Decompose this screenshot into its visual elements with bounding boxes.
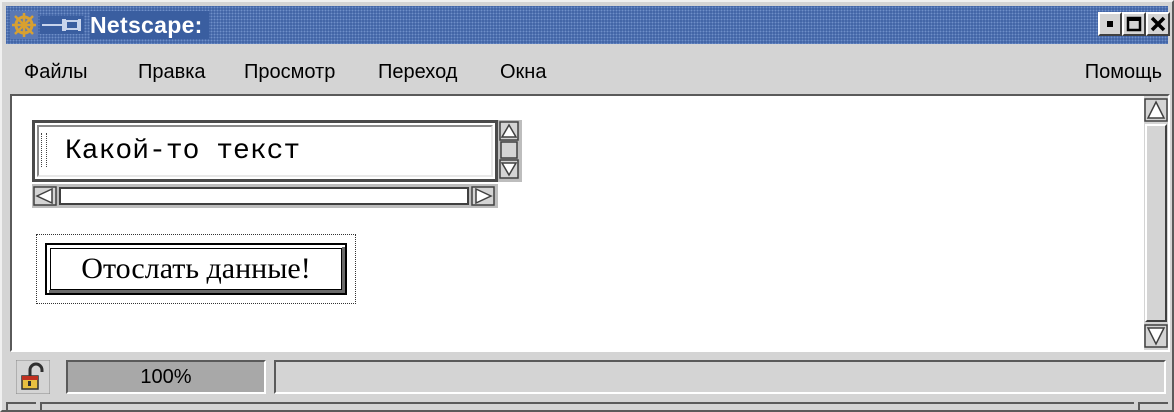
maximize-icon xyxy=(1126,16,1142,32)
page-viewport: Какой-то текст Отослать данные! xyxy=(10,94,1170,352)
padlock-open-icon[interactable] xyxy=(16,360,50,394)
menu-go[interactable]: Переход xyxy=(378,60,457,84)
title-bar[interactable]: Netscape: xyxy=(6,6,1170,44)
textarea-horizontal-scrollbar[interactable] xyxy=(32,184,498,208)
scroll-right-arrow-icon[interactable] xyxy=(471,186,495,206)
submit-focus-frame: Отослать данные! xyxy=(36,234,356,304)
scroll-left-arrow-icon[interactable] xyxy=(33,186,57,206)
menu-view[interactable]: Просмотр xyxy=(244,60,335,84)
minimize-icon xyxy=(1107,21,1113,27)
page-scroll-up-icon[interactable] xyxy=(1144,98,1168,122)
textarea-hscroll-thumb[interactable] xyxy=(59,187,469,205)
menu-bar: Файлы Правка Просмотр Переход Окна Помощ… xyxy=(6,48,1168,94)
menu-file[interactable]: Файлы xyxy=(24,60,88,84)
bottom-strip-middle xyxy=(40,402,1134,410)
text-caret xyxy=(41,133,47,167)
minimize-button[interactable] xyxy=(1098,12,1122,36)
status-bar: 100% xyxy=(6,354,1168,400)
pin-icon[interactable] xyxy=(40,16,84,34)
submit-button[interactable]: Отослать данные! xyxy=(45,243,347,295)
menu-window[interactable]: Окна xyxy=(500,60,546,84)
scroll-up-arrow-icon[interactable] xyxy=(499,121,519,141)
page-scroll-thumb[interactable] xyxy=(1145,124,1167,322)
progress-indicator: 100% xyxy=(66,360,266,394)
progress-text: 100% xyxy=(140,366,192,388)
bottom-frame-strip xyxy=(6,402,1168,410)
window-title: Netscape: xyxy=(90,11,209,39)
menu-edit[interactable]: Правка xyxy=(138,60,206,84)
browser-window: Netscape: Файлы Правка Просмотр Переход … xyxy=(0,0,1174,412)
maximize-button[interactable] xyxy=(1122,12,1146,36)
menu-help[interactable]: Помощь xyxy=(1085,60,1162,84)
status-message xyxy=(274,360,1166,394)
textarea-vertical-scrollbar[interactable] xyxy=(498,120,522,182)
text-area-value[interactable]: Какой-то текст xyxy=(65,137,300,167)
close-icon xyxy=(1150,16,1166,32)
close-button[interactable] xyxy=(1146,12,1170,36)
ship-wheel-icon[interactable] xyxy=(10,11,38,39)
page-vertical-scrollbar[interactable] xyxy=(1144,96,1168,350)
page-content: Какой-то текст Отослать данные! xyxy=(12,96,1144,350)
text-area[interactable]: Какой-то текст xyxy=(32,120,498,182)
page-scroll-down-icon[interactable] xyxy=(1144,324,1168,348)
bottom-strip-right xyxy=(1138,402,1168,410)
bottom-strip-left xyxy=(6,402,36,410)
scroll-down-arrow-icon[interactable] xyxy=(499,159,519,179)
textarea-vscroll-thumb[interactable] xyxy=(500,141,518,159)
